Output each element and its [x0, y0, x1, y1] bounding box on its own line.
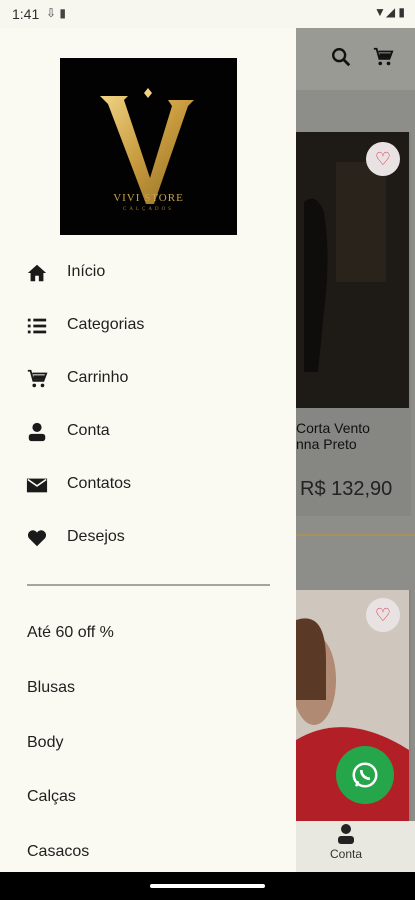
home-handle[interactable] [150, 884, 265, 888]
category-item[interactable]: Blusas [0, 667, 296, 711]
person-icon[interactable] [336, 823, 356, 850]
home-icon [26, 262, 48, 284]
cart-icon[interactable] [372, 46, 394, 73]
divider [296, 534, 415, 536]
whatsapp-icon[interactable] [336, 746, 394, 804]
menu-item-label: Contatos [67, 475, 132, 492]
logo-brand-text: VIVI STORE [113, 192, 184, 204]
menu-item-label: Carrinho [67, 369, 129, 386]
menu-item-desejos[interactable]: Desejos [0, 515, 296, 563]
menu-item-conta[interactable]: Conta [0, 409, 296, 457]
bottom-nav: Conta [296, 821, 415, 873]
menu-item-inicio[interactable]: Início [0, 250, 296, 298]
menu-item-label: Desejos [67, 528, 125, 545]
logo-sub-text: CALÇADOS [123, 207, 174, 212]
category-item[interactable]: Body [0, 722, 296, 766]
status-right-icons: ▼◢ ▮ [373, 5, 405, 19]
category-item[interactable]: Calças [0, 776, 296, 820]
product-price: R$ 132,90 [300, 478, 393, 500]
category-label: Body [27, 734, 64, 751]
person-icon [26, 421, 48, 443]
category-item[interactable]: Até 60 off % [0, 612, 296, 656]
menu-item-categorias[interactable]: Categorias [0, 303, 296, 351]
category-label: Casacos [27, 843, 90, 860]
background-app: ♡ Corta Vento nna Preto R$ 132,90 ♡ Cont… [292, 28, 415, 900]
mail-icon [26, 474, 48, 496]
search-icon[interactable] [330, 46, 352, 73]
category-label: Calças [27, 788, 76, 805]
gesture-navigation-bar [0, 872, 415, 900]
menu-item-contatos[interactable]: Contatos [0, 462, 296, 510]
product-title-line-2: nna Preto [296, 436, 357, 452]
list-icon [26, 315, 48, 337]
menu-item-label: Início [67, 263, 106, 280]
category-item[interactable]: Casacos [0, 831, 296, 875]
cart-icon [26, 368, 48, 390]
store-logo: VIVI STORE CALÇADOS [60, 58, 237, 235]
favorite-heart-icon[interactable]: ♡ [366, 598, 400, 632]
app-top-bar [296, 28, 415, 90]
menu-item-label: Conta [67, 422, 110, 439]
status-time: 1:41 [12, 6, 40, 22]
heart-icon [26, 527, 48, 549]
product-title-line-1: Corta Vento [296, 420, 370, 436]
status-left-icons: ⇩ ▮ [46, 6, 66, 20]
divider [27, 584, 270, 586]
product-card[interactable]: ♡ Corta Vento nna Preto R$ 132,90 [296, 132, 411, 516]
bottom-nav-account-label[interactable]: Conta [330, 847, 362, 861]
menu-item-label: Categorias [67, 316, 145, 333]
favorite-heart-icon[interactable]: ♡ [366, 142, 400, 176]
navigation-drawer: VIVI STORE CALÇADOS Início Categorias Ca… [0, 28, 296, 872]
menu-item-carrinho[interactable]: Carrinho [0, 356, 296, 404]
category-label: Até 60 off % [27, 624, 114, 641]
category-label: Blusas [27, 679, 76, 696]
status-bar: 1:41 ⇩ ▮ ▼◢ ▮ [0, 0, 415, 28]
